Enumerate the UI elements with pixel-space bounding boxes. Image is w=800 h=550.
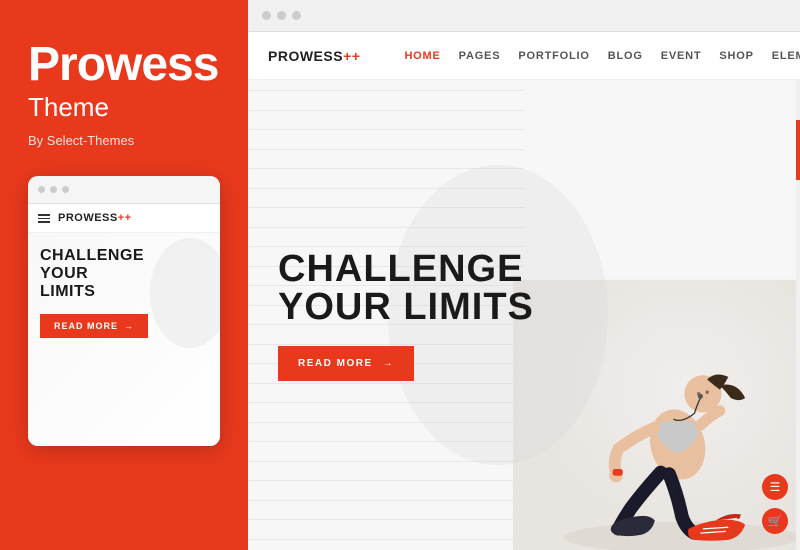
browser-dot-3	[292, 11, 301, 20]
floating-icon-1[interactable]: ☰	[762, 474, 788, 500]
hero-arrow-icon: →	[383, 358, 395, 369]
sidebar-author: By Select-Themes	[28, 133, 220, 148]
website-preview: PROWESS++ HOME PAGES PORTFOLIO BLOG EVEN…	[248, 32, 800, 550]
sidebar-title: Prowess Theme	[28, 40, 220, 123]
nav-item-elements[interactable]: ELEMENTS	[772, 50, 800, 62]
nav-item-pages[interactable]: PAGES	[459, 50, 501, 62]
nav-item-blog[interactable]: BLOG	[608, 50, 643, 62]
mobile-hero: CHALLENGE YOUR LIMITS READ MORE →	[28, 233, 220, 446]
hero-read-more-button[interactable]: READ MORE →	[278, 346, 414, 381]
website-logo: PROWESS++	[268, 48, 360, 64]
scroll-thumb	[796, 120, 800, 180]
hamburger-icon	[38, 214, 50, 223]
nav-item-shop[interactable]: SHOP	[719, 50, 753, 62]
website-nav: PROWESS++ HOME PAGES PORTFOLIO BLOG EVEN…	[248, 32, 800, 80]
browser-chrome	[248, 0, 800, 32]
sidebar: Prowess Theme By Select-Themes PROWESS++…	[0, 0, 248, 550]
browser-dot-2	[277, 11, 286, 20]
nav-item-event[interactable]: EVENT	[661, 50, 702, 62]
mobile-dot-1	[38, 186, 45, 193]
mobile-dot-3	[62, 186, 69, 193]
mobile-dot-2	[50, 186, 57, 193]
mobile-logo: PROWESS++	[58, 212, 132, 224]
hero-section: CHALLENGE YOUR LIMITS READ MORE →	[248, 80, 800, 550]
hero-btn-label: READ MORE	[298, 358, 373, 369]
mobile-heading: CHALLENGE YOUR LIMITS	[40, 247, 208, 300]
bottom-icons: ☰ 🛒	[762, 474, 788, 534]
floating-icon-2[interactable]: 🛒	[762, 508, 788, 534]
browser-dot-1	[262, 11, 271, 20]
mobile-top-bar	[28, 176, 220, 204]
mobile-preview-card: PROWESS++ CHALLENGE YOUR LIMITS READ MOR…	[28, 176, 220, 446]
hero-content: CHALLENGE YOUR LIMITS READ MORE →	[248, 220, 564, 411]
mobile-read-more-button[interactable]: READ MORE →	[40, 314, 148, 338]
mobile-nav: PROWESS++	[28, 204, 220, 233]
main-area: PROWESS++ HOME PAGES PORTFOLIO BLOG EVEN…	[248, 0, 800, 550]
mobile-arrow-icon: →	[124, 321, 134, 331]
nav-item-portfolio[interactable]: PORTFOLIO	[518, 50, 589, 62]
scroll-indicator	[796, 80, 800, 550]
hero-heading: CHALLENGE YOUR LIMITS	[278, 250, 534, 326]
nav-item-home[interactable]: HOME	[404, 50, 440, 62]
nav-items: HOME PAGES PORTFOLIO BLOG EVENT SHOP ELE…	[404, 50, 800, 62]
